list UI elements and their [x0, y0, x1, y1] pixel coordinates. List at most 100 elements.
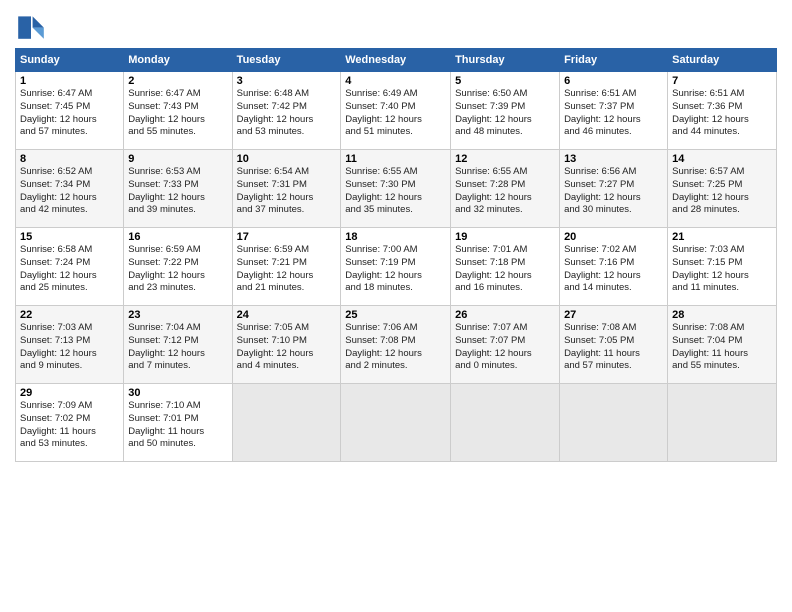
day-number: 19: [455, 231, 555, 243]
day-number: 11: [345, 153, 446, 165]
calendar-cell: 9Sunrise: 6:53 AMSunset: 7:33 PMDaylight…: [124, 150, 232, 228]
calendar-cell: 18Sunrise: 7:00 AMSunset: 7:19 PMDayligh…: [341, 228, 451, 306]
calendar-cell: 25Sunrise: 7:06 AMSunset: 7:08 PMDayligh…: [341, 306, 451, 384]
calendar-cell: 23Sunrise: 7:04 AMSunset: 7:12 PMDayligh…: [124, 306, 232, 384]
calendar-cell: 11Sunrise: 6:55 AMSunset: 7:30 PMDayligh…: [341, 150, 451, 228]
calendar-cell: [560, 384, 668, 462]
day-number: 21: [672, 231, 772, 243]
day-info: Sunrise: 7:05 AMSunset: 7:10 PMDaylight:…: [237, 322, 314, 371]
day-number: 4: [345, 75, 446, 87]
day-info: Sunrise: 6:59 AMSunset: 7:21 PMDaylight:…: [237, 244, 314, 293]
week-row-2: 8Sunrise: 6:52 AMSunset: 7:34 PMDaylight…: [16, 150, 777, 228]
day-number: 20: [564, 231, 663, 243]
logo-icon: [15, 10, 47, 42]
week-row-3: 15Sunrise: 6:58 AMSunset: 7:24 PMDayligh…: [16, 228, 777, 306]
day-number: 14: [672, 153, 772, 165]
day-number: 24: [237, 309, 337, 321]
week-row-1: 1Sunrise: 6:47 AMSunset: 7:45 PMDaylight…: [16, 72, 777, 150]
day-number: 3: [237, 75, 337, 87]
day-number: 28: [672, 309, 772, 321]
calendar-cell: 19Sunrise: 7:01 AMSunset: 7:18 PMDayligh…: [451, 228, 560, 306]
day-info: Sunrise: 7:07 AMSunset: 7:07 PMDaylight:…: [455, 322, 532, 371]
day-number: 6: [564, 75, 663, 87]
calendar-cell: 10Sunrise: 6:54 AMSunset: 7:31 PMDayligh…: [232, 150, 341, 228]
day-info: Sunrise: 6:56 AMSunset: 7:27 PMDaylight:…: [564, 166, 641, 215]
calendar-cell: [341, 384, 451, 462]
day-number: 8: [20, 153, 119, 165]
day-info: Sunrise: 6:49 AMSunset: 7:40 PMDaylight:…: [345, 88, 422, 137]
day-number: 13: [564, 153, 663, 165]
day-info: Sunrise: 6:58 AMSunset: 7:24 PMDaylight:…: [20, 244, 97, 293]
day-info: Sunrise: 6:57 AMSunset: 7:25 PMDaylight:…: [672, 166, 749, 215]
calendar-cell: 24Sunrise: 7:05 AMSunset: 7:10 PMDayligh…: [232, 306, 341, 384]
calendar-cell: 6Sunrise: 6:51 AMSunset: 7:37 PMDaylight…: [560, 72, 668, 150]
day-info: Sunrise: 7:03 AMSunset: 7:13 PMDaylight:…: [20, 322, 97, 371]
day-info: Sunrise: 6:55 AMSunset: 7:28 PMDaylight:…: [455, 166, 532, 215]
day-number: 17: [237, 231, 337, 243]
day-info: Sunrise: 6:47 AMSunset: 7:45 PMDaylight:…: [20, 88, 97, 137]
day-info: Sunrise: 6:48 AMSunset: 7:42 PMDaylight:…: [237, 88, 314, 137]
col-header-sunday: Sunday: [16, 49, 124, 72]
col-header-tuesday: Tuesday: [232, 49, 341, 72]
day-number: 22: [20, 309, 119, 321]
page: SundayMondayTuesdayWednesdayThursdayFrid…: [0, 0, 792, 612]
col-header-friday: Friday: [560, 49, 668, 72]
calendar-cell: 2Sunrise: 6:47 AMSunset: 7:43 PMDaylight…: [124, 72, 232, 150]
day-number: 26: [455, 309, 555, 321]
day-number: 18: [345, 231, 446, 243]
calendar-cell: 3Sunrise: 6:48 AMSunset: 7:42 PMDaylight…: [232, 72, 341, 150]
calendar-cell: 22Sunrise: 7:03 AMSunset: 7:13 PMDayligh…: [16, 306, 124, 384]
day-number: 30: [128, 387, 227, 399]
calendar-cell: 21Sunrise: 7:03 AMSunset: 7:15 PMDayligh…: [668, 228, 777, 306]
day-info: Sunrise: 6:59 AMSunset: 7:22 PMDaylight:…: [128, 244, 205, 293]
day-info: Sunrise: 7:06 AMSunset: 7:08 PMDaylight:…: [345, 322, 422, 371]
calendar-cell: 14Sunrise: 6:57 AMSunset: 7:25 PMDayligh…: [668, 150, 777, 228]
day-info: Sunrise: 7:03 AMSunset: 7:15 PMDaylight:…: [672, 244, 749, 293]
day-info: Sunrise: 7:00 AMSunset: 7:19 PMDaylight:…: [345, 244, 422, 293]
day-info: Sunrise: 7:02 AMSunset: 7:16 PMDaylight:…: [564, 244, 641, 293]
col-header-thursday: Thursday: [451, 49, 560, 72]
day-info: Sunrise: 7:01 AMSunset: 7:18 PMDaylight:…: [455, 244, 532, 293]
calendar-cell: [232, 384, 341, 462]
calendar-cell: 13Sunrise: 6:56 AMSunset: 7:27 PMDayligh…: [560, 150, 668, 228]
calendar-body: 1Sunrise: 6:47 AMSunset: 7:45 PMDaylight…: [16, 72, 777, 462]
calendar-cell: 28Sunrise: 7:08 AMSunset: 7:04 PMDayligh…: [668, 306, 777, 384]
day-info: Sunrise: 7:04 AMSunset: 7:12 PMDaylight:…: [128, 322, 205, 371]
day-number: 27: [564, 309, 663, 321]
day-number: 16: [128, 231, 227, 243]
col-header-wednesday: Wednesday: [341, 49, 451, 72]
day-info: Sunrise: 6:54 AMSunset: 7:31 PMDaylight:…: [237, 166, 314, 215]
calendar-cell: 12Sunrise: 6:55 AMSunset: 7:28 PMDayligh…: [451, 150, 560, 228]
day-number: 2: [128, 75, 227, 87]
calendar-cell: 29Sunrise: 7:09 AMSunset: 7:02 PMDayligh…: [16, 384, 124, 462]
col-header-saturday: Saturday: [668, 49, 777, 72]
day-info: Sunrise: 7:09 AMSunset: 7:02 PMDaylight:…: [20, 400, 96, 449]
day-info: Sunrise: 6:50 AMSunset: 7:39 PMDaylight:…: [455, 88, 532, 137]
day-info: Sunrise: 6:51 AMSunset: 7:37 PMDaylight:…: [564, 88, 641, 137]
day-info: Sunrise: 7:10 AMSunset: 7:01 PMDaylight:…: [128, 400, 204, 449]
calendar-cell: 7Sunrise: 6:51 AMSunset: 7:36 PMDaylight…: [668, 72, 777, 150]
logo: [15, 10, 51, 42]
day-info: Sunrise: 6:55 AMSunset: 7:30 PMDaylight:…: [345, 166, 422, 215]
day-info: Sunrise: 6:47 AMSunset: 7:43 PMDaylight:…: [128, 88, 205, 137]
calendar-cell: 17Sunrise: 6:59 AMSunset: 7:21 PMDayligh…: [232, 228, 341, 306]
day-number: 9: [128, 153, 227, 165]
day-number: 15: [20, 231, 119, 243]
calendar-cell: 27Sunrise: 7:08 AMSunset: 7:05 PMDayligh…: [560, 306, 668, 384]
day-info: Sunrise: 6:52 AMSunset: 7:34 PMDaylight:…: [20, 166, 97, 215]
day-number: 7: [672, 75, 772, 87]
calendar-cell: [668, 384, 777, 462]
calendar-cell: 16Sunrise: 6:59 AMSunset: 7:22 PMDayligh…: [124, 228, 232, 306]
week-row-4: 22Sunrise: 7:03 AMSunset: 7:13 PMDayligh…: [16, 306, 777, 384]
col-header-monday: Monday: [124, 49, 232, 72]
day-number: 23: [128, 309, 227, 321]
day-number: 5: [455, 75, 555, 87]
day-number: 1: [20, 75, 119, 87]
calendar-cell: 30Sunrise: 7:10 AMSunset: 7:01 PMDayligh…: [124, 384, 232, 462]
header: [15, 10, 777, 42]
day-info: Sunrise: 7:08 AMSunset: 7:04 PMDaylight:…: [672, 322, 748, 371]
calendar-cell: 26Sunrise: 7:07 AMSunset: 7:07 PMDayligh…: [451, 306, 560, 384]
calendar-cell: 15Sunrise: 6:58 AMSunset: 7:24 PMDayligh…: [16, 228, 124, 306]
calendar-cell: 8Sunrise: 6:52 AMSunset: 7:34 PMDaylight…: [16, 150, 124, 228]
day-number: 10: [237, 153, 337, 165]
